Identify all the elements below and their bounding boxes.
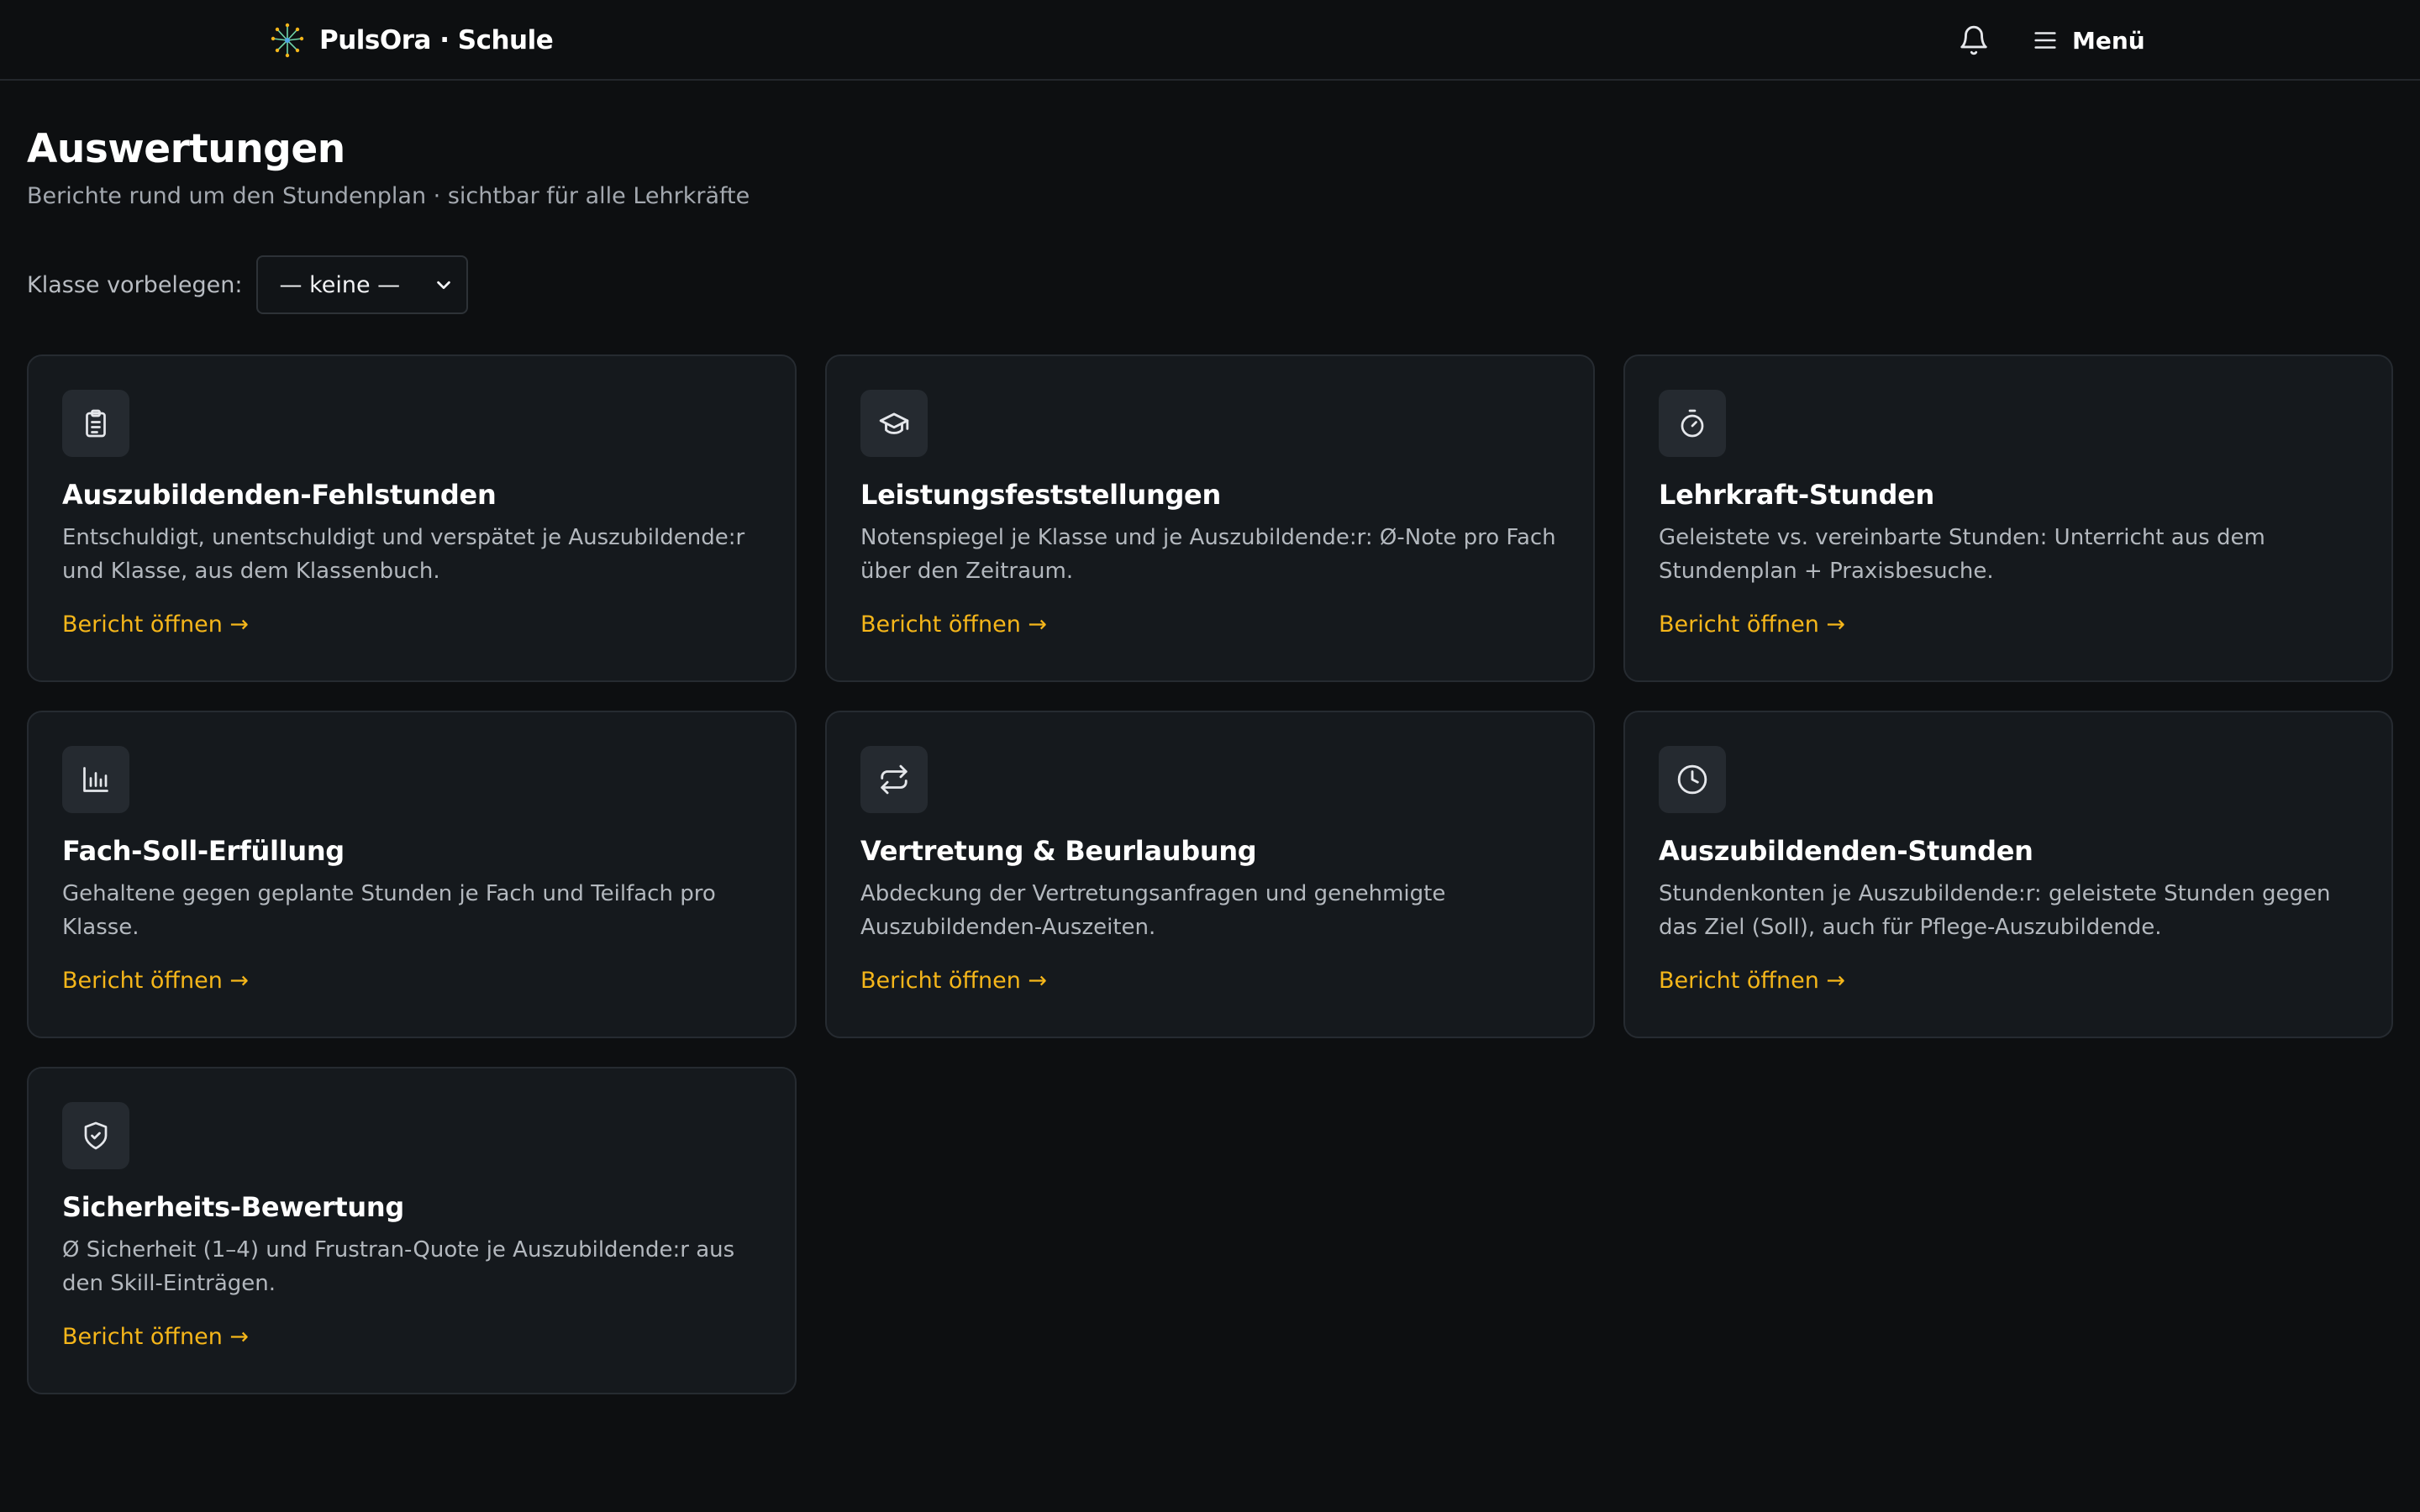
open-report-link[interactable]: Bericht öffnen →	[62, 968, 249, 994]
graduation-cap-icon	[878, 407, 910, 439]
open-report-link[interactable]: Bericht öffnen →	[1659, 612, 1845, 638]
card-title: Lehrkraft-Stunden	[1659, 479, 1935, 511]
card-title: Auszubildenden-Stunden	[1659, 835, 2033, 867]
open-report-link[interactable]: Bericht öffnen →	[62, 612, 249, 638]
clock-icon	[1676, 764, 1708, 795]
card-icon-box	[62, 1102, 129, 1169]
card-description: Geleistete vs. vereinbarte Stunden: Unte…	[1659, 525, 2265, 584]
card-icon-box	[1659, 390, 1726, 457]
card-description: Ø Sicherheit (1–4) und Frustran-Quote je…	[62, 1237, 735, 1296]
report-card-subject-target[interactable]: Fach-Soll-Erfüllung Gehaltene gegen gepl…	[27, 711, 797, 1038]
open-report-link[interactable]: Bericht öffnen →	[860, 612, 1047, 638]
menu-button[interactable]: Menü	[2030, 26, 2145, 55]
brand-name: PulsOra · Schule	[319, 25, 554, 55]
card-title: Sicherheits-Bewertung	[62, 1191, 404, 1223]
open-report-link[interactable]: Bericht öffnen →	[860, 968, 1047, 994]
report-card-substitution[interactable]: Vertretung & Beurlaubung Abdeckung der V…	[825, 711, 1595, 1038]
report-card-safety-rating[interactable]: Sicherheits-Bewertung Ø Sicherheit (1–4)…	[27, 1067, 797, 1394]
chevron-down-icon	[434, 276, 453, 294]
class-filter-label: Klasse vorbelegen:	[27, 271, 243, 298]
class-select-value: — keine —	[279, 271, 401, 298]
bar-chart-icon	[81, 764, 111, 795]
bell-icon	[1958, 24, 1990, 57]
open-report-link[interactable]: Bericht öffnen →	[62, 1324, 249, 1350]
card-description: Gehaltene gegen geplante Stunden je Fach…	[62, 881, 716, 940]
card-icon-box	[860, 390, 928, 457]
card-icon-box	[62, 390, 129, 457]
card-title: Vertretung & Beurlaubung	[860, 835, 1257, 867]
header-actions: Menü	[1954, 18, 2145, 62]
stopwatch-icon	[1677, 408, 1707, 438]
logo-icon	[271, 22, 304, 59]
card-description: Entschuldigt, unentschuldigt und verspät…	[62, 525, 745, 584]
top-bar: PulsOra · Schule Menü	[0, 0, 2420, 81]
clipboard-icon	[81, 408, 111, 438]
class-filter: Klasse vorbelegen: — keine —	[27, 255, 2393, 314]
class-select[interactable]: — keine —	[255, 255, 468, 314]
page-title: Auswertungen	[27, 126, 345, 172]
brand[interactable]: PulsOra · Schule	[271, 20, 554, 60]
hamburger-icon	[2030, 26, 2060, 55]
card-icon-box	[1659, 746, 1726, 813]
card-title: Fach-Soll-Erfüllung	[62, 835, 345, 867]
menu-label: Menü	[2072, 26, 2145, 55]
page-subtitle: Berichte rund um den Stundenplan · sicht…	[27, 183, 750, 209]
report-grid: Auszubildenden-Fehlstunden Entschuldigt,…	[27, 354, 2393, 1394]
card-description: Notenspiegel je Klasse und je Auszubilde…	[860, 525, 1556, 584]
card-description: Stundenkonten je Auszubildende:r: geleis…	[1659, 881, 2331, 940]
card-description: Abdeckung der Vertretungsanfragen und ge…	[860, 881, 1446, 940]
report-card-trainee-hours[interactable]: Auszubildenden-Stunden Stundenkonten je …	[1623, 711, 2393, 1038]
card-icon-box	[860, 746, 928, 813]
report-card-assessments[interactable]: Leistungsfeststellungen Notenspiegel je …	[825, 354, 1595, 682]
open-report-link[interactable]: Bericht öffnen →	[1659, 968, 1845, 994]
shield-check-icon	[81, 1121, 111, 1151]
report-card-teacher-hours[interactable]: Lehrkraft-Stunden Geleistete vs. vereinb…	[1623, 354, 2393, 682]
report-card-absences[interactable]: Auszubildenden-Fehlstunden Entschuldigt,…	[27, 354, 797, 682]
swap-arrows-icon	[878, 764, 910, 795]
notifications-button[interactable]	[1954, 21, 1993, 60]
card-title: Auszubildenden-Fehlstunden	[62, 479, 497, 511]
card-icon-box	[62, 746, 129, 813]
main-content: Auswertungen Berichte rund um den Stunde…	[27, 81, 2393, 1394]
card-title: Leistungsfeststellungen	[860, 479, 1221, 511]
